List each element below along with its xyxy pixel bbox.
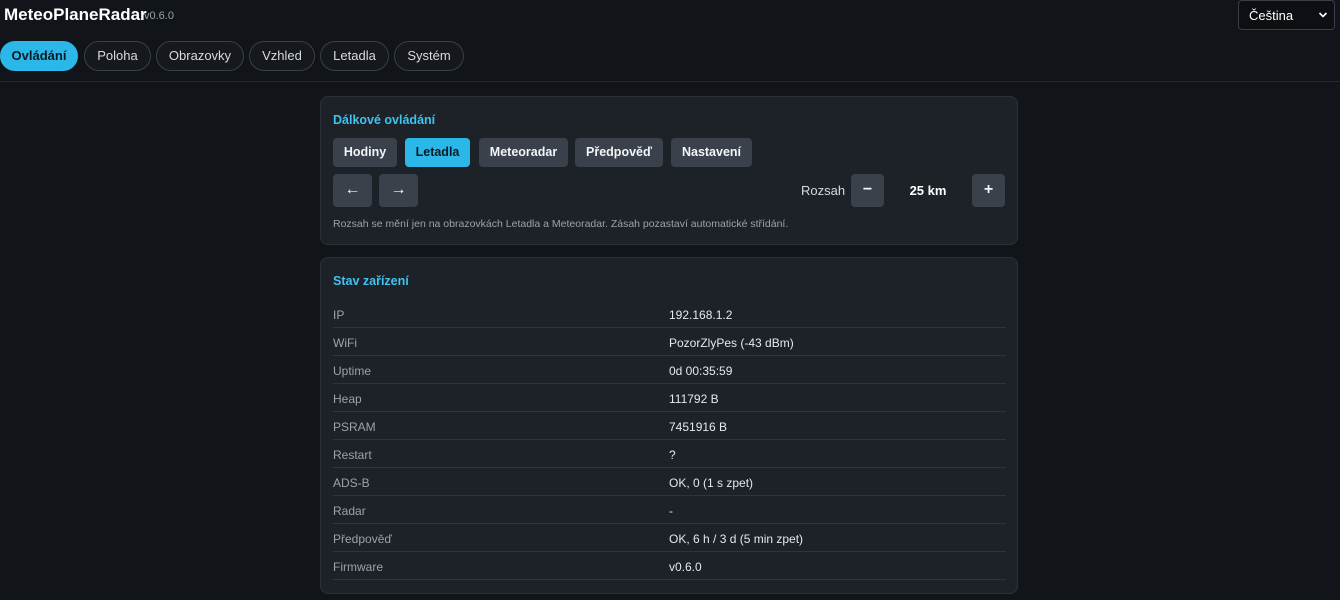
status-row-radar: Radar - bbox=[333, 496, 1006, 524]
screen-button-hodiny[interactable]: Hodiny bbox=[333, 138, 397, 167]
range-increase-button[interactable]: + bbox=[972, 174, 1005, 207]
language-select-value: Čeština bbox=[1249, 8, 1294, 23]
status-key: Předpověď bbox=[333, 532, 392, 546]
status-key: Heap bbox=[333, 392, 362, 406]
range-value: 25 km bbox=[909, 183, 947, 198]
screen-button-predpoved[interactable]: Předpověď bbox=[575, 138, 663, 167]
status-row-firmware: Firmware v0.6.0 bbox=[333, 552, 1006, 580]
tab-letadla[interactable]: Letadla bbox=[320, 41, 389, 71]
status-key: Firmware bbox=[333, 560, 383, 574]
top-bar: MeteoPlaneRadar v0.6.0 Čeština Ovládání … bbox=[0, 0, 1340, 82]
remote-control-title: Dálkové ovládání bbox=[333, 113, 436, 127]
status-value: 111792 B bbox=[669, 392, 719, 406]
previous-screen-button[interactable]: ← bbox=[333, 174, 372, 207]
status-value: ? bbox=[669, 448, 676, 462]
status-row-ip: IP 192.168.1.2 bbox=[333, 300, 1006, 328]
status-row-predpoved: Předpověď OK, 6 h / 3 d (5 min zpet) bbox=[333, 524, 1006, 552]
status-row-heap: Heap 111792 B bbox=[333, 384, 1006, 412]
tab-poloha[interactable]: Poloha bbox=[84, 41, 151, 71]
status-row-restart: Restart ? bbox=[333, 440, 1006, 468]
status-value: 0d 00:35:59 bbox=[669, 364, 733, 378]
status-value: v0.6.0 bbox=[669, 560, 702, 574]
range-label: Rozsah bbox=[801, 183, 846, 198]
device-status-title: Stav zařízení bbox=[333, 274, 409, 288]
language-select[interactable]: Čeština bbox=[1238, 0, 1335, 30]
range-decrease-button[interactable]: − bbox=[851, 174, 884, 207]
chevron-down-icon bbox=[1318, 12, 1328, 18]
tab-vzhled[interactable]: Vzhled bbox=[249, 41, 315, 71]
status-row-psram: PSRAM 7451916 B bbox=[333, 412, 1006, 440]
status-key: WiFi bbox=[333, 336, 357, 350]
status-key: Uptime bbox=[333, 364, 372, 378]
next-screen-button[interactable]: → bbox=[379, 174, 418, 207]
app-version: v0.6.0 bbox=[144, 10, 174, 22]
screen-button-nastaveni[interactable]: Nastavení bbox=[671, 138, 752, 167]
tab-system[interactable]: Systém bbox=[394, 41, 464, 71]
range-hint: Rozsah se mění jen na obrazovkách Letadl… bbox=[333, 218, 789, 230]
status-row-adsb: ADS-B OK, 0 (1 s zpet) bbox=[333, 468, 1006, 496]
status-value: 7451916 B bbox=[669, 420, 728, 434]
status-key: Radar bbox=[333, 504, 366, 518]
status-value: OK, 0 (1 s zpet) bbox=[669, 476, 754, 490]
screen-button-letadla[interactable]: Letadla bbox=[405, 138, 470, 167]
status-value: PozorZlyPes (-43 dBm) bbox=[669, 336, 794, 350]
remote-control-card: Dálkové ovládání Hodiny Letadla Meteorad… bbox=[320, 96, 1018, 245]
app-title: MeteoPlaneRadar bbox=[4, 5, 147, 24]
status-key: Restart bbox=[333, 448, 372, 462]
status-value: OK, 6 h / 3 d (5 min zpet) bbox=[669, 532, 804, 546]
status-value: 192.168.1.2 bbox=[669, 308, 733, 322]
tab-ovladani[interactable]: Ovládání bbox=[0, 41, 78, 71]
status-row-uptime: Uptime 0d 00:35:59 bbox=[333, 356, 1006, 384]
status-row-wifi: WiFi PozorZlyPes (-43 dBm) bbox=[333, 328, 1006, 356]
status-key: IP bbox=[333, 308, 345, 322]
status-key: ADS-B bbox=[333, 476, 370, 490]
status-key: PSRAM bbox=[333, 420, 376, 434]
device-status-card: Stav zařízení IP 192.168.1.2 WiFi PozorZ… bbox=[320, 257, 1018, 594]
tab-obrazovky[interactable]: Obrazovky bbox=[156, 41, 244, 71]
screen-button-meteoradar[interactable]: Meteoradar bbox=[479, 138, 568, 167]
status-value: - bbox=[669, 504, 673, 518]
